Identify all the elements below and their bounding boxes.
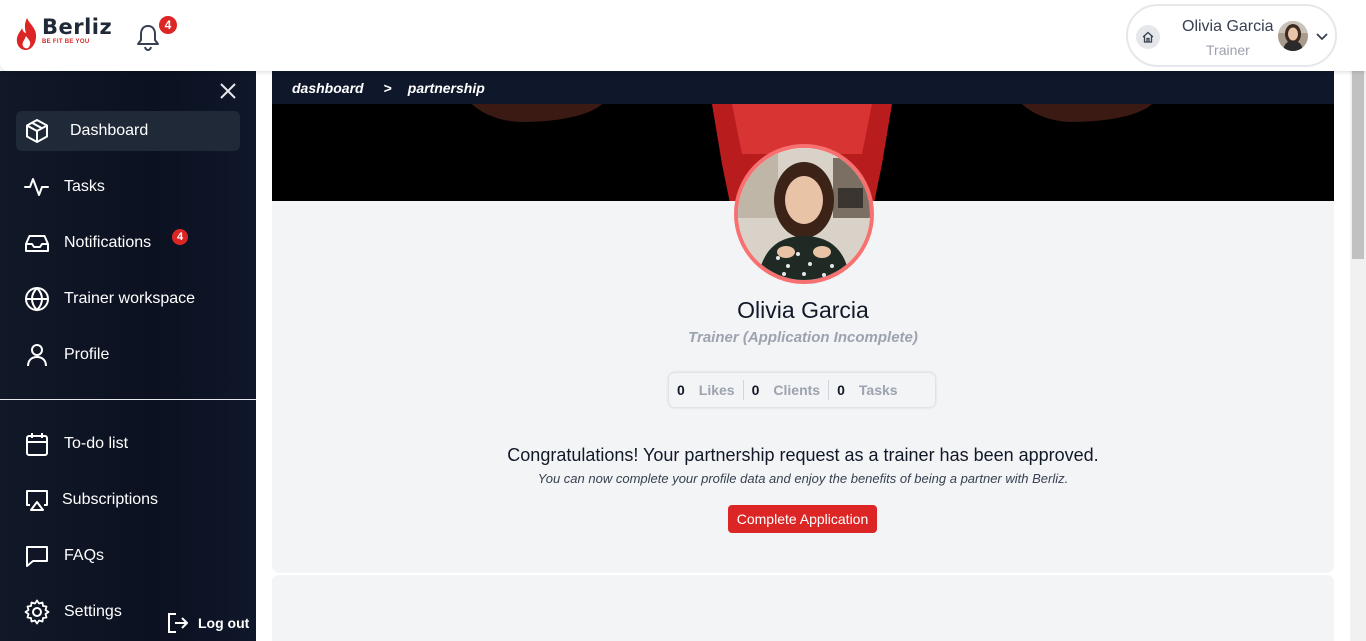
profile-name: Olivia Garcia — [737, 297, 869, 323]
sidebar-item-label: Settings — [64, 603, 122, 620]
sidebar-item-todo-list[interactable]: To-do list — [16, 424, 240, 464]
home-button[interactable] — [1136, 25, 1160, 49]
sidebar-item-settings[interactable]: Settings — [16, 592, 156, 632]
sidebar-item-label: Profile — [64, 346, 110, 363]
breadcrumb-item-partnership: partnership — [407, 79, 485, 96]
stat-tasks: 0 Tasks — [828, 380, 905, 400]
page-scrollbar[interactable] — [1350, 71, 1366, 641]
stat-likes: 0 Likes — [669, 380, 743, 400]
approval-message: Congratulations! Your partnership reques… — [507, 445, 1099, 465]
bell-icon[interactable] — [134, 20, 162, 52]
stat-clients: 0 Clients — [742, 380, 828, 400]
stat-value: 0 — [677, 382, 685, 398]
secondary-card — [272, 573, 1334, 641]
notifications-count-badge: 4 — [172, 229, 188, 245]
sidebar-divider — [0, 399, 256, 400]
logout-icon — [168, 613, 188, 633]
breadcrumb-separator: > — [383, 79, 392, 96]
sidebar-item-profile[interactable]: Profile — [16, 335, 240, 375]
sidebar: Dashboard Tasks Notifications 4 Trainer … — [0, 71, 256, 641]
stat-label: Clients — [773, 382, 821, 398]
sidebar-item-label: Tasks — [64, 178, 105, 195]
complete-application-button[interactable]: Complete Application — [728, 505, 877, 533]
logo-wordmark: Berliz — [42, 15, 113, 39]
avatar — [1278, 21, 1308, 51]
sidebar-item-subscriptions[interactable]: Subscriptions — [16, 480, 240, 520]
notification-count-badge: 4 — [159, 16, 177, 34]
profile-photo — [734, 144, 874, 284]
user-name: Olivia Garcia — [1182, 18, 1274, 35]
profile-status: Trainer (Application Incomplete) — [688, 329, 918, 346]
approval-submessage: You can now complete your profile data a… — [537, 471, 1069, 486]
gear-icon — [24, 599, 50, 625]
flame-logo-icon — [16, 18, 37, 50]
logo-tagline: BE FIT BE YOU — [42, 39, 90, 45]
sidebar-item-dashboard[interactable]: Dashboard — [16, 111, 240, 151]
calendar-icon — [24, 431, 50, 457]
sidebar-item-label: Subscriptions — [62, 491, 159, 508]
user-menu[interactable]: Olivia Garcia Trainer — [1126, 4, 1337, 67]
user-icon — [24, 342, 50, 368]
user-role: Trainer — [1206, 42, 1250, 58]
sidebar-item-tasks[interactable]: Tasks — [16, 167, 240, 207]
sidebar-item-label: Trainer workspace — [64, 290, 196, 307]
sidebar-item-label: Dashboard — [70, 122, 149, 139]
sidebar-item-faqs[interactable]: FAQs — [16, 536, 240, 576]
scrollbar-thumb[interactable] — [1352, 71, 1364, 259]
stat-value: 0 — [837, 382, 845, 398]
breadcrumb: dashboard > partnership — [272, 71, 1334, 104]
main-content: dashboard > partnership Olivia Garcia Tr… — [256, 71, 1350, 641]
stat-label: Tasks — [858, 382, 898, 398]
close-icon[interactable] — [218, 81, 238, 101]
airplay-icon — [24, 487, 50, 513]
home-icon — [1142, 31, 1154, 43]
message-square-icon — [24, 543, 50, 569]
activity-icon — [24, 174, 50, 200]
sidebar-item-label: To-do list — [64, 435, 129, 452]
stat-value: 0 — [751, 382, 760, 398]
top-header: Berliz BE FIT BE YOU 4 Olivia Garcia Tra… — [0, 0, 1366, 71]
logout-label: Log out — [198, 615, 250, 631]
sidebar-item-trainer-workspace[interactable]: Trainer workspace — [16, 279, 240, 319]
cube-icon — [24, 118, 50, 144]
logout-button[interactable]: Log out — [166, 611, 249, 635]
sidebar-item-notifications[interactable]: Notifications — [16, 223, 240, 263]
breadcrumb-item-dashboard[interactable]: dashboard — [292, 80, 364, 96]
inbox-icon — [24, 230, 50, 256]
brand-logo[interactable]: Berliz BE FIT BE YOU — [14, 16, 112, 52]
sidebar-item-label: FAQs — [64, 547, 105, 564]
globe-icon — [24, 286, 50, 312]
profile-stats: 0 Likes 0 Clients 0 Tasks — [669, 373, 935, 407]
sidebar-item-label: Notifications — [64, 234, 152, 251]
chevron-down-icon[interactable] — [1314, 28, 1330, 44]
stat-label: Likes — [698, 382, 735, 398]
